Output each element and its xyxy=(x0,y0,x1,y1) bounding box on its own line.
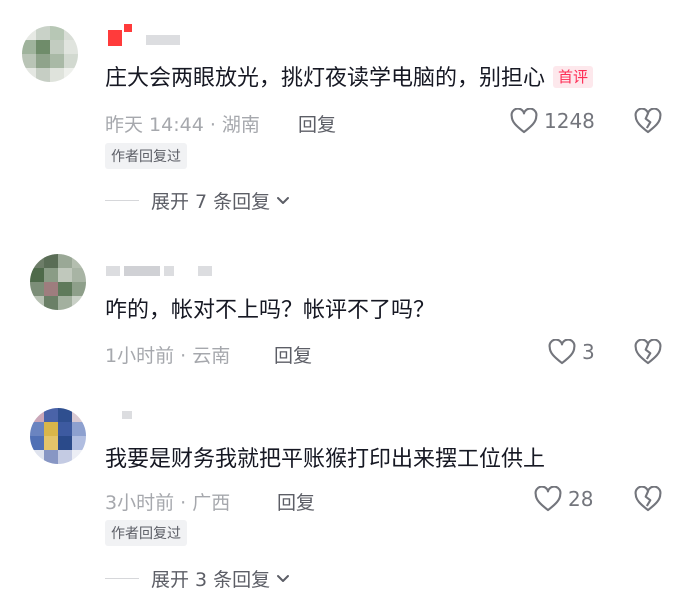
expand-replies-label: 展开 7 条回复 xyxy=(151,191,271,213)
comment-item: 我要是财务我就把平账猴打印出来摆工位供上 3小时前 · 广西 回复 28 作者回… xyxy=(0,390,690,614)
reply-button[interactable]: 回复 xyxy=(277,488,315,515)
heart-outline-icon xyxy=(548,339,576,365)
username[interactable] xyxy=(146,33,180,47)
avatar[interactable] xyxy=(30,254,86,310)
reply-button[interactable]: 回复 xyxy=(274,341,312,368)
username[interactable] xyxy=(122,408,132,422)
like-count: 1248 xyxy=(544,109,595,133)
broken-heart-icon xyxy=(634,108,662,134)
expand-replies-label: 展开 3 条回复 xyxy=(151,569,271,591)
like-count: 3 xyxy=(582,340,595,364)
author-replied-badge: 作者回复过 xyxy=(105,143,187,169)
broken-heart-icon xyxy=(634,339,662,365)
expand-replies-button[interactable]: 展开 3 条回复 xyxy=(105,565,290,592)
comment-time-location: 3小时前 · 广西 xyxy=(105,492,231,514)
avatar[interactable] xyxy=(30,408,86,464)
divider-line xyxy=(105,578,139,579)
divider-line xyxy=(105,200,139,201)
chevron-down-icon xyxy=(277,574,290,582)
dislike-button[interactable] xyxy=(634,486,662,512)
author-replied-badge: 作者回复过 xyxy=(105,520,187,546)
comment-item: 咋的，帐对不上吗？帐评不了吗？ 1小时前 · 云南 回复 3 xyxy=(0,230,690,390)
like-button[interactable]: 3 xyxy=(548,339,595,365)
like-button[interactable]: 1248 xyxy=(510,108,595,134)
heart-outline-icon xyxy=(534,486,562,512)
comment-text: 我要是财务我就把平账猴打印出来摆工位供上 xyxy=(105,447,546,472)
comment-time-location: 昨天 14:44 · 湖南 xyxy=(105,114,260,136)
comment-item: 庄大会两眼放光，挑灯夜读学电脑的，别担心 首评 昨天 14:44 · 湖南 回复 … xyxy=(0,0,690,230)
chevron-down-icon xyxy=(277,196,290,204)
reply-button[interactable]: 回复 xyxy=(298,110,336,137)
comment-text: 庄大会两眼放光，挑灯夜读学电脑的，别担心 首评 xyxy=(105,64,594,94)
heart-outline-icon xyxy=(510,108,538,134)
user-flag-icon xyxy=(108,24,132,46)
broken-heart-icon xyxy=(634,486,662,512)
comment-time-location: 1小时前 · 云南 xyxy=(105,345,231,367)
dislike-button[interactable] xyxy=(634,339,662,365)
like-count: 28 xyxy=(568,487,594,511)
avatar[interactable] xyxy=(22,26,78,82)
comment-text: 咋的，帐对不上吗？帐评不了吗？ xyxy=(105,298,436,323)
first-comment-badge: 首评 xyxy=(553,66,594,88)
expand-replies-button[interactable]: 展开 7 条回复 xyxy=(105,187,290,214)
username[interactable] xyxy=(106,264,212,278)
dislike-button[interactable] xyxy=(634,108,662,134)
like-button[interactable]: 28 xyxy=(534,486,593,512)
